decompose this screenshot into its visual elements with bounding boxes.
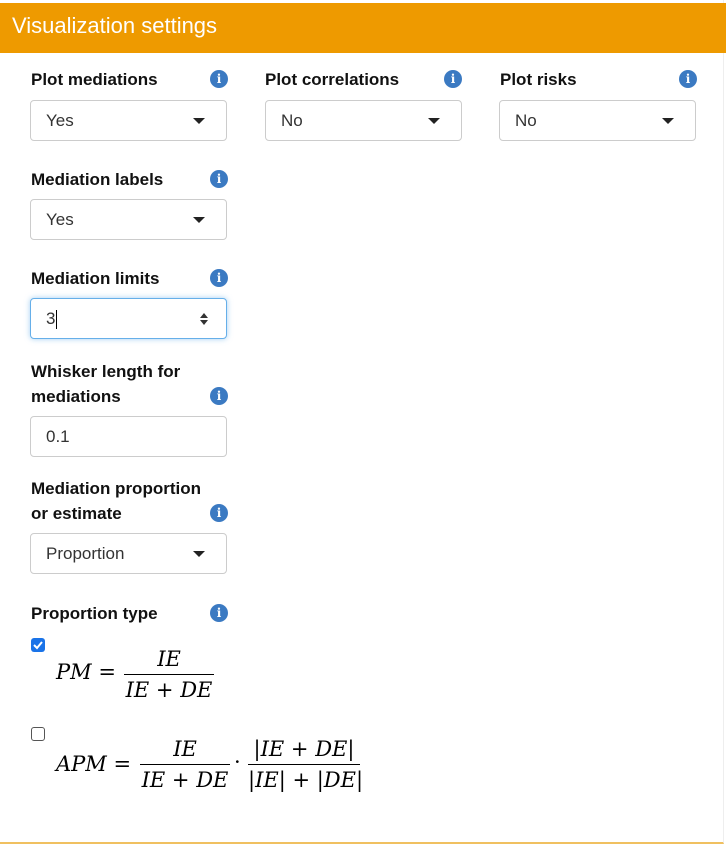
plot-correlations-label: Plot correlations bbox=[265, 70, 400, 89]
info-icon[interactable]: i bbox=[210, 604, 228, 622]
mediation-labels-value: Yes bbox=[46, 210, 74, 229]
caret-down-icon bbox=[193, 551, 205, 557]
apm-denominator-2: |IE| + |DE| bbox=[248, 768, 364, 792]
pm-numerator: IE bbox=[157, 647, 181, 671]
apm-fraction-2: |IE + DE| |IE| + |DE| bbox=[248, 737, 364, 792]
mediation-limits-value: 3 bbox=[46, 309, 56, 328]
check-icon bbox=[33, 641, 43, 650]
mediation-proportion-label: Mediation proportion or estimate bbox=[31, 476, 201, 526]
plot-mediations-select[interactable]: Yes bbox=[30, 100, 227, 141]
apm-formula-lhs: APM = bbox=[56, 752, 132, 776]
caret-down-icon bbox=[662, 118, 674, 124]
whisker-length-value: 0.1 bbox=[46, 427, 70, 446]
whisker-length-label-line2: mediations bbox=[31, 387, 121, 406]
dot-operator: · bbox=[234, 750, 241, 774]
whisker-length-label: Whisker length for mediations bbox=[31, 359, 180, 409]
plot-mediations-value: Yes bbox=[46, 111, 74, 130]
info-icon[interactable]: i bbox=[210, 387, 228, 405]
apm-numerator-2: |IE + DE| bbox=[253, 737, 355, 761]
mediation-proportion-value: Proportion bbox=[46, 544, 125, 563]
plot-mediations-label: Plot mediations bbox=[31, 70, 158, 89]
spinner-arrows-icon[interactable] bbox=[198, 311, 210, 327]
info-icon[interactable]: i bbox=[444, 70, 462, 88]
info-icon[interactable]: i bbox=[210, 269, 228, 287]
text-cursor bbox=[56, 310, 58, 330]
mediation-labels-select[interactable]: Yes bbox=[30, 199, 227, 240]
fraction-bar bbox=[124, 674, 214, 675]
caret-down-icon bbox=[193, 217, 205, 223]
mediation-proportion-select[interactable]: Proportion bbox=[30, 533, 227, 574]
plot-risks-select[interactable]: No bbox=[499, 100, 696, 141]
apm-denominator-1: IE + DE bbox=[141, 768, 229, 792]
plot-correlations-select[interactable]: No bbox=[265, 100, 462, 141]
plot-correlations-value: No bbox=[281, 111, 303, 130]
proportion-type-label: Proportion type bbox=[31, 604, 158, 623]
caret-down-icon bbox=[193, 118, 205, 124]
panel-header: Visualization settings bbox=[0, 3, 726, 53]
apm-fraction-1: IE IE + DE bbox=[140, 737, 230, 792]
plot-risks-label: Plot risks bbox=[500, 70, 577, 89]
panel-title: Visualization settings bbox=[12, 13, 218, 38]
pm-checkbox[interactable] bbox=[31, 638, 45, 652]
fraction-bar bbox=[140, 764, 230, 765]
pm-denominator: IE + DE bbox=[125, 678, 213, 702]
mediation-labels-label: Mediation labels bbox=[31, 170, 164, 189]
plot-risks-value: No bbox=[515, 111, 537, 130]
info-icon[interactable]: i bbox=[679, 70, 697, 88]
pm-symbol: PM bbox=[56, 660, 92, 684]
pm-formula-lhs: PM = bbox=[56, 660, 116, 684]
apm-symbol: APM bbox=[56, 752, 107, 776]
fraction-bar bbox=[248, 764, 360, 765]
mediation-limits-input[interactable]: 3 bbox=[30, 298, 227, 339]
whisker-length-label-line1: Whisker length for bbox=[31, 362, 181, 381]
pm-fraction: IE IE + DE bbox=[124, 647, 214, 702]
whisker-length-input[interactable]: 0.1 bbox=[30, 416, 227, 457]
apm-numerator-1: IE bbox=[173, 737, 197, 761]
mediation-proportion-label-line2: or estimate bbox=[31, 504, 122, 523]
caret-down-icon bbox=[428, 118, 440, 124]
mediation-limits-label: Mediation limits bbox=[31, 269, 160, 288]
info-icon[interactable]: i bbox=[210, 504, 228, 522]
mediation-proportion-label-line1: Mediation proportion bbox=[31, 479, 201, 498]
info-icon[interactable]: i bbox=[210, 70, 228, 88]
info-icon[interactable]: i bbox=[210, 170, 228, 188]
apm-checkbox[interactable] bbox=[31, 727, 45, 741]
